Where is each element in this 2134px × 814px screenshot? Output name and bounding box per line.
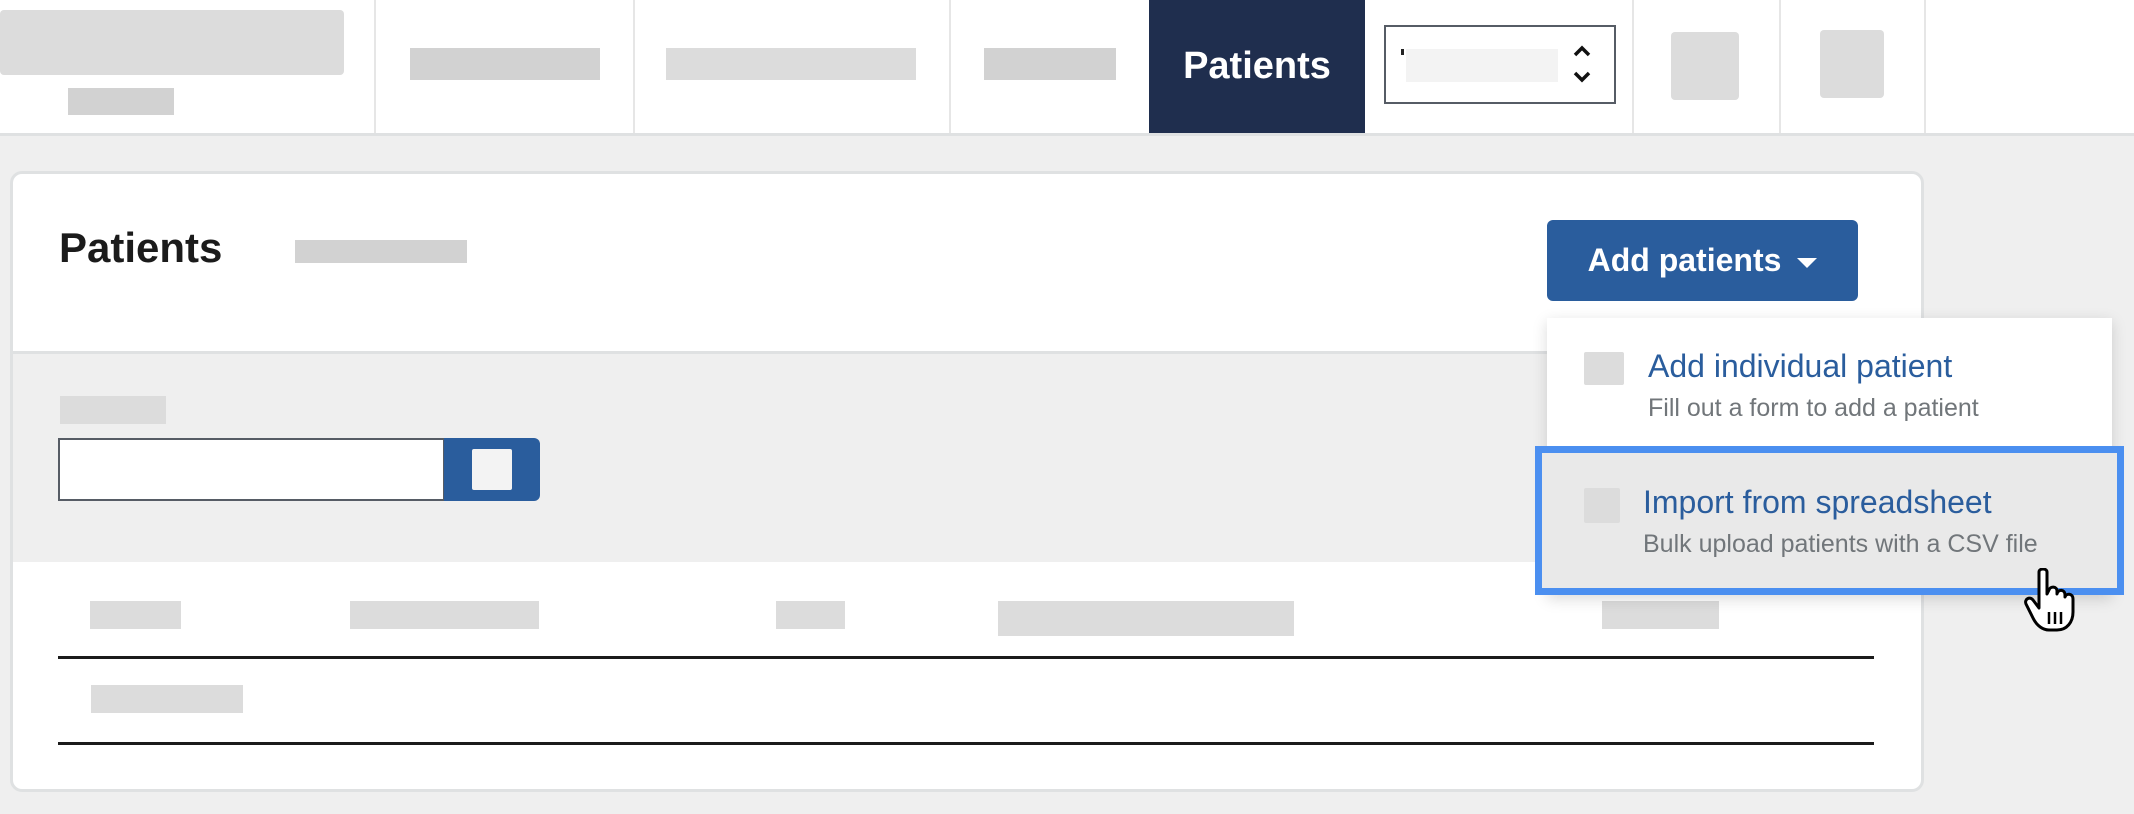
logo-placeholder[interactable] (0, 10, 344, 75)
column-header (776, 601, 845, 629)
up-down-chevron-icon (1572, 41, 1592, 87)
nav-divider (1632, 0, 1634, 133)
spreadsheet-icon (1584, 488, 1620, 523)
search-label-placeholder (60, 396, 166, 424)
nav-select[interactable] (1384, 25, 1616, 104)
nav-divider (1779, 0, 1781, 133)
logo-subtitle-placeholder (68, 88, 174, 115)
menu-item-description: Bulk upload patients with a CSV file (1643, 530, 2038, 558)
column-header (1602, 601, 1719, 629)
top-nav: Patients (0, 0, 2134, 136)
menu-item-add-individual-patient[interactable]: Add individual patient Fill out a form t… (1547, 318, 2112, 450)
page-title: Patients (59, 224, 223, 271)
column-header (350, 601, 539, 629)
nav-divider (633, 0, 635, 133)
nav-divider (1924, 0, 1926, 133)
menu-item-title: Add individual patient (1648, 348, 1953, 384)
nav-tab-patients-label: Patients (1183, 45, 1331, 87)
menu-item-title: Import from spreadsheet (1643, 484, 1992, 520)
table-row-divider (58, 742, 1874, 745)
add-patients-label: Add patients (1587, 242, 1782, 278)
nav-icon-button-1[interactable] (1671, 32, 1739, 100)
search-input[interactable] (58, 438, 445, 501)
nav-tab-patients[interactable]: Patients (1149, 0, 1365, 133)
add-patients-button[interactable]: Add patients (1547, 220, 1858, 301)
patient-count-placeholder (295, 240, 467, 263)
nav-link-1[interactable] (410, 48, 600, 80)
nav-divider (949, 0, 951, 133)
table-cell (91, 685, 243, 713)
text-caret (1401, 49, 1404, 55)
menu-item-description: Fill out a form to add a patient (1648, 394, 1979, 422)
nav-select-value (1406, 49, 1558, 82)
nav-link-3[interactable] (984, 48, 1116, 80)
add-patients-menu: Add individual patient Fill out a form t… (1535, 318, 2124, 595)
column-header (998, 601, 1294, 636)
caret-down-icon (1797, 257, 1818, 268)
search-icon (472, 449, 512, 490)
nav-divider (374, 0, 376, 133)
column-header (90, 601, 181, 629)
search-button[interactable] (444, 438, 540, 501)
table-header-divider (58, 656, 1874, 659)
nav-icon-button-2[interactable] (1820, 30, 1884, 98)
hand-pointer-cursor-icon (2023, 567, 2085, 632)
nav-link-2[interactable] (666, 48, 916, 80)
person-icon (1584, 352, 1624, 385)
